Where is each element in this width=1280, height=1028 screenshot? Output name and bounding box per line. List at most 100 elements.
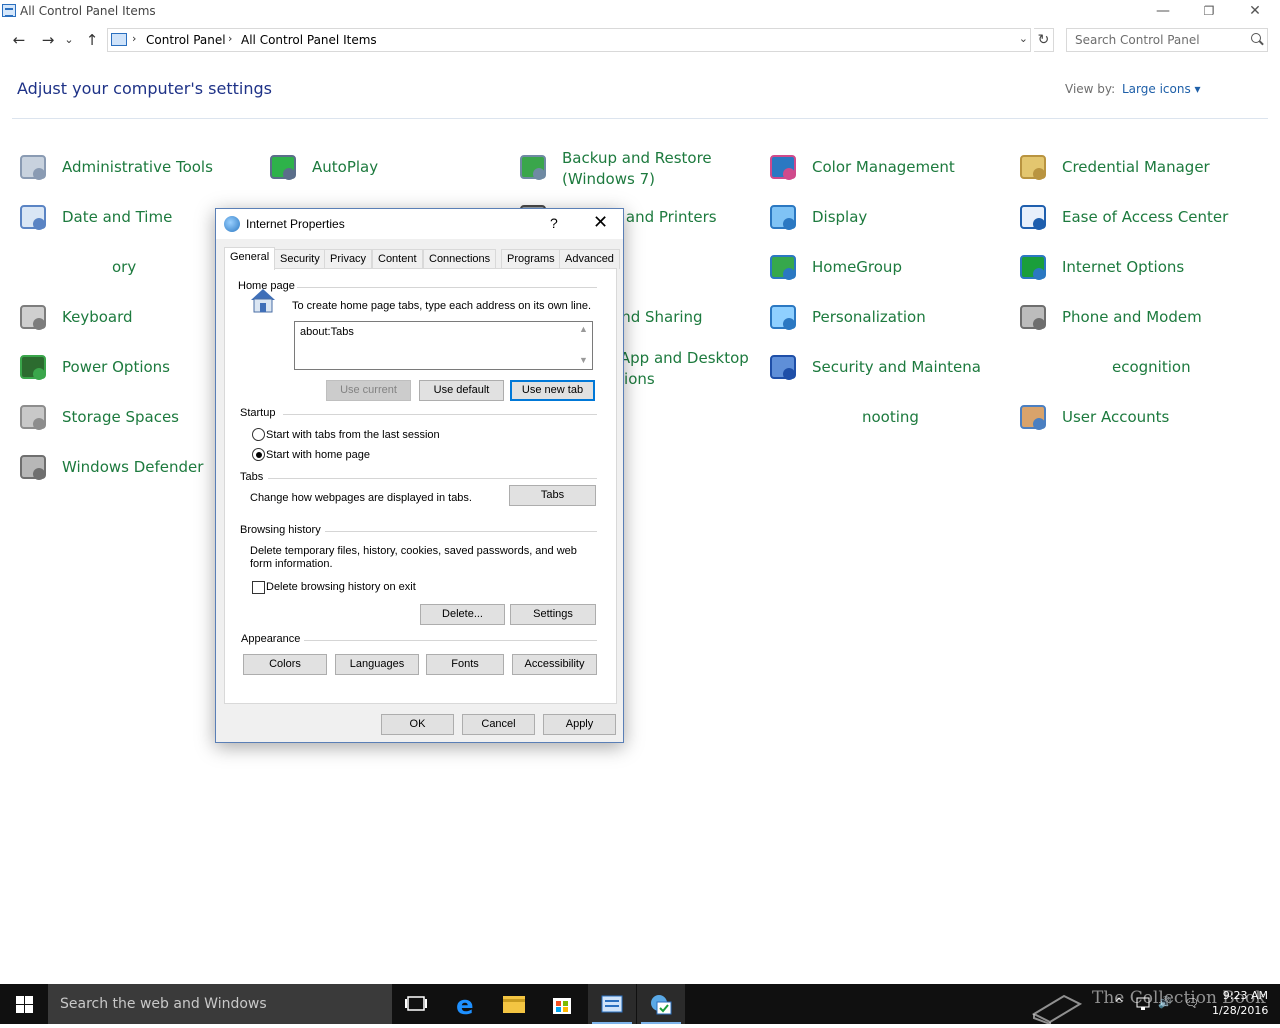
address-bar[interactable]: › Control Panel › All Control Panel Item… bbox=[107, 28, 1031, 52]
taskbar-search-box[interactable]: Search the web and Windows bbox=[48, 984, 392, 1024]
minimize-button[interactable]: — bbox=[1140, 0, 1186, 24]
address-dropdown-button[interactable]: ⌄ bbox=[1019, 32, 1028, 45]
colors-button[interactable]: Colors bbox=[243, 654, 327, 675]
cp-item-label[interactable]: and Sharing bbox=[612, 308, 703, 326]
cp-item-label[interactable]: ecognition bbox=[1112, 358, 1191, 376]
delete-history-button[interactable]: Delete... bbox=[420, 604, 505, 625]
tab-privacy[interactable]: Privacy bbox=[324, 249, 373, 269]
tab-connections[interactable]: Connections bbox=[423, 249, 497, 269]
cp-item-label[interactable]: AutoPlay bbox=[312, 158, 378, 176]
cp-item-label[interactable]: Display bbox=[812, 208, 867, 226]
use-new-tab-button[interactable]: Use new tab bbox=[510, 380, 595, 401]
cp-item-homegroup[interactable]: HomeGroup bbox=[768, 248, 1008, 288]
languages-button[interactable]: Languages bbox=[335, 654, 419, 675]
fonts-button[interactable]: Fonts bbox=[426, 654, 504, 675]
cp-item-label[interactable]: Storage Spaces bbox=[62, 408, 179, 426]
history-settings-button[interactable]: Settings bbox=[510, 604, 596, 625]
restore-button[interactable]: ❐ bbox=[1186, 0, 1232, 24]
help-button[interactable]: ? bbox=[550, 215, 558, 231]
textarea-scrollbar[interactable]: ▲ ▼ bbox=[575, 322, 592, 369]
cp-item-label[interactable]: Keyboard bbox=[62, 308, 133, 326]
startup-home-page-radio[interactable] bbox=[252, 448, 265, 461]
scroll-down-icon[interactable]: ▼ bbox=[579, 355, 588, 365]
cp-item-hidden[interactable]: ecognition bbox=[1018, 348, 1258, 388]
cp-item-label[interactable]: Phone and Modem bbox=[1062, 308, 1202, 326]
cp-item-label[interactable]: Date and Time bbox=[62, 208, 172, 226]
home-page-textarea[interactable]: about:Tabs ▲ ▼ bbox=[294, 321, 593, 370]
cp-item-label[interactable]: Windows Defender bbox=[62, 458, 203, 476]
up-button[interactable]: ↑ bbox=[82, 30, 102, 50]
cp-item-label[interactable]: Security and Maintena bbox=[812, 358, 981, 376]
close-button[interactable]: ✕ bbox=[1232, 0, 1278, 24]
store-taskbar-button[interactable] bbox=[538, 984, 586, 1024]
use-default-button[interactable]: Use default bbox=[419, 380, 504, 401]
back-button[interactable]: ← bbox=[9, 30, 29, 50]
cp-item-label[interactable]: Personalization bbox=[812, 308, 926, 326]
tab-security[interactable]: Security bbox=[274, 249, 326, 269]
cp-item-label[interactable]: Administrative Tools bbox=[62, 158, 213, 176]
control-panel-taskbar-button[interactable] bbox=[588, 984, 636, 1024]
cancel-button[interactable]: Cancel bbox=[462, 714, 535, 735]
tab-programs[interactable]: Programs bbox=[501, 249, 561, 269]
accessibility-button[interactable]: Accessibility bbox=[512, 654, 597, 675]
clock[interactable]: 9:23 AM 1/28/2016 bbox=[1212, 988, 1268, 1018]
view-by-dropdown[interactable]: Large icons ▾ bbox=[1122, 82, 1201, 96]
cp-item-hidden[interactable]: nooting bbox=[768, 398, 1008, 438]
show-hidden-icons-button[interactable]: ^ bbox=[1114, 996, 1124, 1010]
delete-on-exit-label[interactable]: Delete browsing history on exit bbox=[266, 581, 416, 593]
start-button[interactable] bbox=[0, 984, 48, 1024]
cp-item-internet-options[interactable]: Internet Options bbox=[1018, 248, 1258, 288]
cp-item-label[interactable]: ory bbox=[112, 258, 136, 276]
network-icon[interactable] bbox=[1136, 996, 1152, 1012]
search-icon[interactable] bbox=[1251, 33, 1261, 43]
dialog-close-button[interactable]: ✕ bbox=[593, 212, 608, 233]
cp-item-security-flag[interactable]: Security and Maintena bbox=[768, 348, 1008, 388]
notifications-icon[interactable]: 🗨 bbox=[1184, 996, 1199, 1010]
startup-last-session-label[interactable]: Start with tabs from the last session bbox=[266, 429, 440, 441]
cp-item-personalization[interactable]: Personalization bbox=[768, 298, 1008, 338]
edge-taskbar-button[interactable]: e bbox=[442, 984, 490, 1024]
cp-item-admin-tools[interactable]: Administrative Tools bbox=[18, 148, 258, 188]
cp-item-label[interactable]: Ease of Access Center bbox=[1062, 208, 1228, 226]
refresh-button[interactable]: ↻ bbox=[1034, 28, 1054, 52]
cp-item-color-mgmt[interactable]: Color Management bbox=[768, 148, 1008, 188]
cp-item-phone[interactable]: Phone and Modem bbox=[1018, 298, 1258, 338]
breadcrumb-separator[interactable]: › bbox=[228, 32, 232, 45]
cp-item-label[interactable]: HomeGroup bbox=[812, 258, 902, 276]
tab-general[interactable]: General bbox=[224, 247, 276, 270]
use-current-button[interactable]: Use current bbox=[326, 380, 411, 401]
recent-locations-button[interactable]: ⌄ bbox=[62, 30, 76, 50]
startup-home-page-label[interactable]: Start with home page bbox=[266, 449, 370, 461]
file-explorer-taskbar-button[interactable] bbox=[490, 984, 538, 1024]
cp-item-ease-access[interactable]: Ease of Access Center bbox=[1018, 198, 1258, 238]
breadcrumb-all-items[interactable]: All Control Panel Items bbox=[241, 33, 377, 47]
cp-item-label[interactable]: Internet Options bbox=[1062, 258, 1184, 276]
cp-item-label[interactable]: Backup and Restore (Windows 7) bbox=[562, 148, 752, 190]
scroll-up-icon[interactable]: ▲ bbox=[579, 324, 588, 334]
breadcrumb-separator[interactable]: › bbox=[132, 32, 136, 45]
startup-last-session-radio[interactable] bbox=[252, 428, 265, 441]
ok-button[interactable]: OK bbox=[381, 714, 454, 735]
forward-button[interactable]: → bbox=[38, 30, 58, 50]
cp-item-label[interactable]: Power Options bbox=[62, 358, 170, 376]
internet-properties-taskbar-button[interactable] bbox=[637, 984, 685, 1024]
tab-advanced[interactable]: Advanced bbox=[559, 249, 620, 269]
cp-item-users[interactable]: User Accounts bbox=[1018, 398, 1258, 438]
internet-properties-dialog: Internet Properties ? ✕ General Security… bbox=[215, 208, 624, 743]
delete-on-exit-checkbox[interactable] bbox=[252, 581, 265, 594]
cp-item-label[interactable]: Color Management bbox=[812, 158, 955, 176]
cp-item-label[interactable]: Credential Manager bbox=[1062, 158, 1210, 176]
search-input[interactable]: Search Control Panel bbox=[1066, 28, 1268, 52]
task-view-button[interactable] bbox=[392, 984, 440, 1024]
tabs-settings-button[interactable]: Tabs bbox=[509, 485, 596, 506]
cp-item-label[interactable]: nooting bbox=[862, 408, 919, 426]
cp-item-label[interactable]: User Accounts bbox=[1062, 408, 1169, 426]
tab-content[interactable]: Content bbox=[372, 249, 423, 269]
cp-item-display[interactable]: Display bbox=[768, 198, 1008, 238]
cp-item-credential[interactable]: Credential Manager bbox=[1018, 148, 1258, 188]
cp-item-autoplay[interactable]: AutoPlay bbox=[268, 148, 508, 188]
cp-item-backup[interactable]: Backup and Restore (Windows 7) bbox=[518, 148, 758, 188]
volume-icon[interactable]: 🔊 bbox=[1158, 996, 1172, 1009]
apply-button[interactable]: Apply bbox=[543, 714, 616, 735]
breadcrumb-control-panel[interactable]: Control Panel bbox=[146, 33, 226, 47]
